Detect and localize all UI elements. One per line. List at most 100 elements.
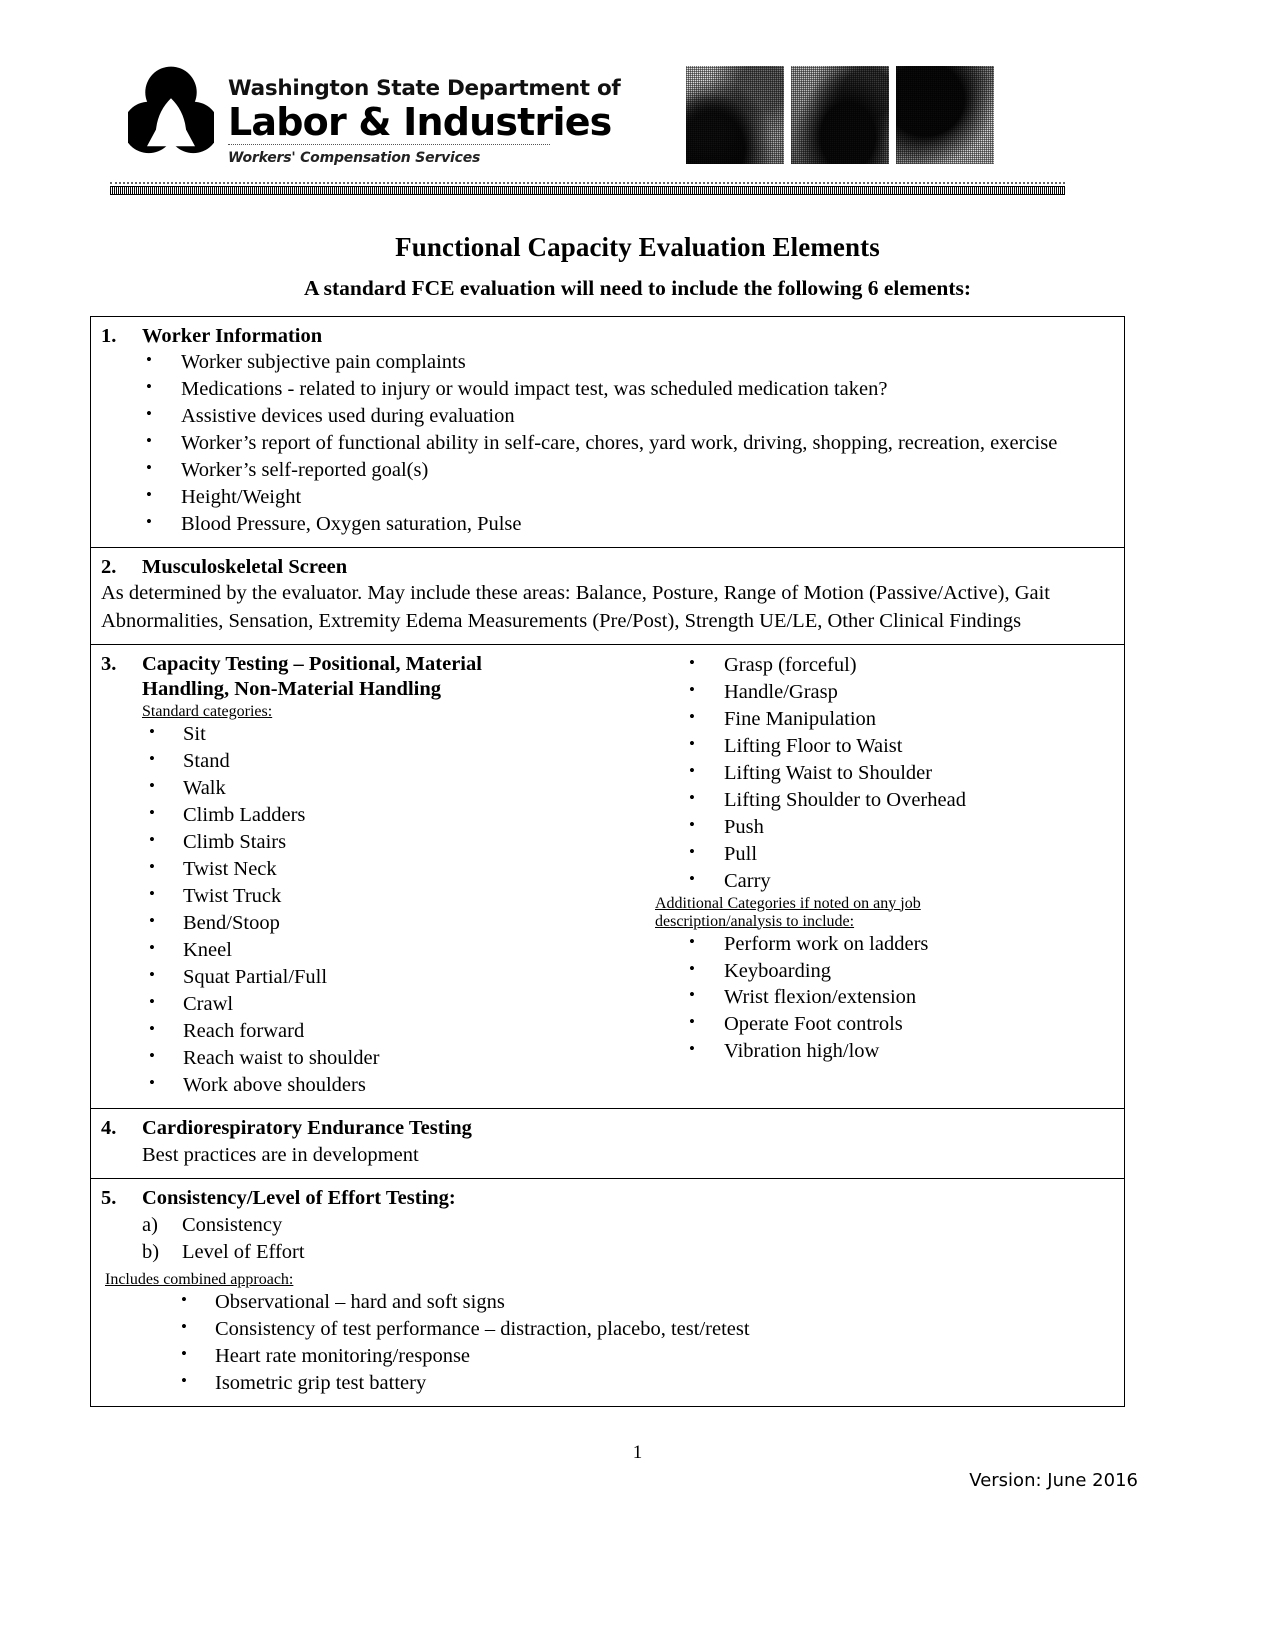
section-5-alpha-list: a) Consistency b) Level of Effort: [101, 1212, 1114, 1267]
list-item-text: Level of Effort: [182, 1240, 305, 1263]
section-2-body: As determined by the evaluator. May incl…: [101, 582, 1050, 632]
section-3-title-line1: Capacity Testing – Positional, Material: [142, 652, 482, 675]
labor-industries-logo: Washington State Department of Labor & I…: [128, 64, 621, 167]
list-item: Reach waist to shoulder: [101, 1045, 646, 1072]
section-3-heading: 3. Capacity Testing – Positional, Materi…: [101, 652, 646, 703]
list-item: Lifting Shoulder to Overhead: [651, 787, 1124, 814]
section-1-heading: 1. Worker Information: [101, 324, 1114, 349]
list-item: a) Consistency: [101, 1212, 1114, 1239]
list-item: Perform work on ladders: [651, 931, 1124, 958]
section-5-bullet-list: Observational – hard and soft signs Cons…: [101, 1289, 1114, 1397]
worker-photo-1: [686, 66, 785, 164]
document-header-banner: Washington State Department of Labor & I…: [110, 58, 1065, 206]
list-item: Consistency of test performance – distra…: [101, 1316, 1114, 1343]
standard-categories-label-wrap: Standard categories:: [101, 703, 646, 721]
list-item: Operate Foot controls: [651, 1011, 1124, 1038]
logo-tagline: Workers' Compensation Services: [228, 150, 481, 167]
additional-categories-label: Additional Categories if noted on any jo…: [651, 895, 1124, 931]
page-number: 1: [632, 1442, 643, 1463]
section-1-number: 1.: [101, 325, 117, 347]
list-item: Kneel: [101, 937, 646, 964]
list-item: Keyboarding: [651, 958, 1124, 985]
additional-categories-line2: description/analysis to include:: [655, 912, 855, 930]
list-item: Push: [651, 814, 1124, 841]
list-item: Crawl: [101, 991, 646, 1018]
list-item: Climb Stairs: [101, 829, 646, 856]
section-3-right-bullets: Grasp (forceful) Handle/Grasp Fine Manip…: [651, 652, 1124, 895]
section-cardiorespiratory-endurance: 4. Cardiorespiratory Endurance Testing B…: [91, 1109, 1124, 1180]
section-5-number: 5.: [101, 1187, 117, 1210]
section-capacity-testing: 3. Capacity Testing – Positional, Materi…: [91, 645, 1124, 1110]
list-item: b) Level of Effort: [101, 1239, 1114, 1266]
section-2-heading: 2. Musculoskeletal Screen: [101, 555, 1114, 580]
list-item: Height/Weight: [101, 484, 1114, 511]
section-3-right-column: Grasp (forceful) Handle/Grasp Fine Manip…: [646, 652, 1124, 1099]
worker-photo-2: [791, 66, 890, 164]
section-4-heading: 4. Cardiorespiratory Endurance Testing: [101, 1116, 1114, 1141]
banner-hatched-rule: [110, 186, 1065, 195]
banner-dotted-rule: [110, 182, 1065, 184]
section-2-title: Musculoskeletal Screen: [142, 556, 348, 579]
header-photo-strip: [686, 66, 995, 164]
section-worker-information: 1. Worker Information Worker subjective …: [91, 317, 1124, 549]
section-3-additional-bullets: Perform work on ladders Keyboarding Wris…: [651, 931, 1124, 1066]
list-item: Lifting Floor to Waist: [651, 733, 1124, 760]
page-title: Functional Capacity Evaluation Elements: [395, 232, 880, 262]
list-item: Wrist flexion/extension: [651, 984, 1124, 1011]
section-3-left-column: 3. Capacity Testing – Positional, Materi…: [101, 652, 646, 1099]
list-marker: b): [142, 1240, 160, 1263]
version-label: Version: June 2016: [969, 1470, 1138, 1491]
list-item: Blood Pressure, Oxygen saturation, Pulse: [101, 511, 1114, 538]
list-item: Heart rate monitoring/response: [101, 1343, 1114, 1370]
list-item: Assistive devices used during evaluation: [101, 403, 1114, 430]
section-4-title: Cardiorespiratory Endurance Testing: [142, 1117, 472, 1140]
section-3-title-line2: Handling, Non-Material Handling: [142, 678, 442, 701]
list-item: Worker’s self-reported goal(s): [101, 457, 1114, 484]
list-item: Reach forward: [101, 1018, 646, 1045]
list-item: Vibration high/low: [651, 1038, 1124, 1065]
list-item: Worker subjective pain complaints: [101, 349, 1114, 376]
list-item: Isometric grip test battery: [101, 1370, 1114, 1397]
section-1-title: Worker Information: [142, 325, 323, 347]
logo-agency-line: Washington State Department of: [228, 76, 621, 101]
list-item-text: Consistency: [182, 1213, 283, 1236]
logo-primary-line: Labor & Industries: [228, 99, 612, 144]
list-item: Medications - related to injury or would…: [101, 376, 1114, 403]
section-4-body: Best practices are in development: [142, 1143, 419, 1166]
list-item: Handle/Grasp: [651, 679, 1124, 706]
document-page: Washington State Department of Labor & I…: [0, 0, 1275, 1650]
fce-elements-table: 1. Worker Information Worker subjective …: [90, 316, 1125, 1407]
list-item: Grasp (forceful): [651, 652, 1124, 679]
list-item: Bend/Stoop: [101, 910, 646, 937]
section-5-title: Consistency/Level of Effort Testing:: [142, 1187, 456, 1210]
list-item: Carry: [651, 868, 1124, 895]
list-item: Observational – hard and soft signs: [101, 1289, 1114, 1316]
list-item: Worker’s report of functional ability in…: [101, 430, 1114, 457]
list-item: Lifting Waist to Shoulder: [651, 760, 1124, 787]
logo-divider-rule: [228, 144, 550, 146]
section-consistency-level-of-effort: 5. Consistency/Level of Effort Testing: …: [91, 1179, 1124, 1407]
list-item: Work above shoulders: [101, 1072, 646, 1099]
additional-categories-line1: Additional Categories if noted on any jo…: [655, 894, 921, 912]
page-subtitle: A standard FCE evaluation will need to i…: [303, 276, 972, 300]
section-1-bullet-list: Worker subjective pain complaints Medica…: [101, 349, 1114, 538]
list-item: Squat Partial/Full: [101, 964, 646, 991]
li-trillium-logo-icon: [128, 66, 214, 154]
section-4-number: 4.: [101, 1117, 117, 1140]
standard-categories-label: Standard categories:: [142, 702, 273, 720]
list-item: Pull: [651, 841, 1124, 868]
section-3-standard-bullets: Sit Stand Walk Climb Ladders Climb Stair…: [101, 721, 646, 1100]
list-item: Stand: [101, 748, 646, 775]
list-marker: a): [142, 1213, 158, 1236]
list-item: Sit: [101, 721, 646, 748]
section-2-number: 2.: [101, 556, 117, 579]
list-item: Fine Manipulation: [651, 706, 1124, 733]
includes-label-text: Includes combined approach:: [105, 1271, 294, 1289]
section-3-number: 3.: [101, 652, 117, 675]
section-musculoskeletal-screen: 2. Musculoskeletal Screen As determined …: [91, 548, 1124, 645]
list-item: Walk: [101, 775, 646, 802]
list-item: Twist Truck: [101, 883, 646, 910]
worker-photo-3: [896, 66, 995, 164]
section-5-heading: 5. Consistency/Level of Effort Testing:: [101, 1186, 1114, 1211]
section-3-title: Capacity Testing – Positional, Material …: [142, 652, 646, 703]
